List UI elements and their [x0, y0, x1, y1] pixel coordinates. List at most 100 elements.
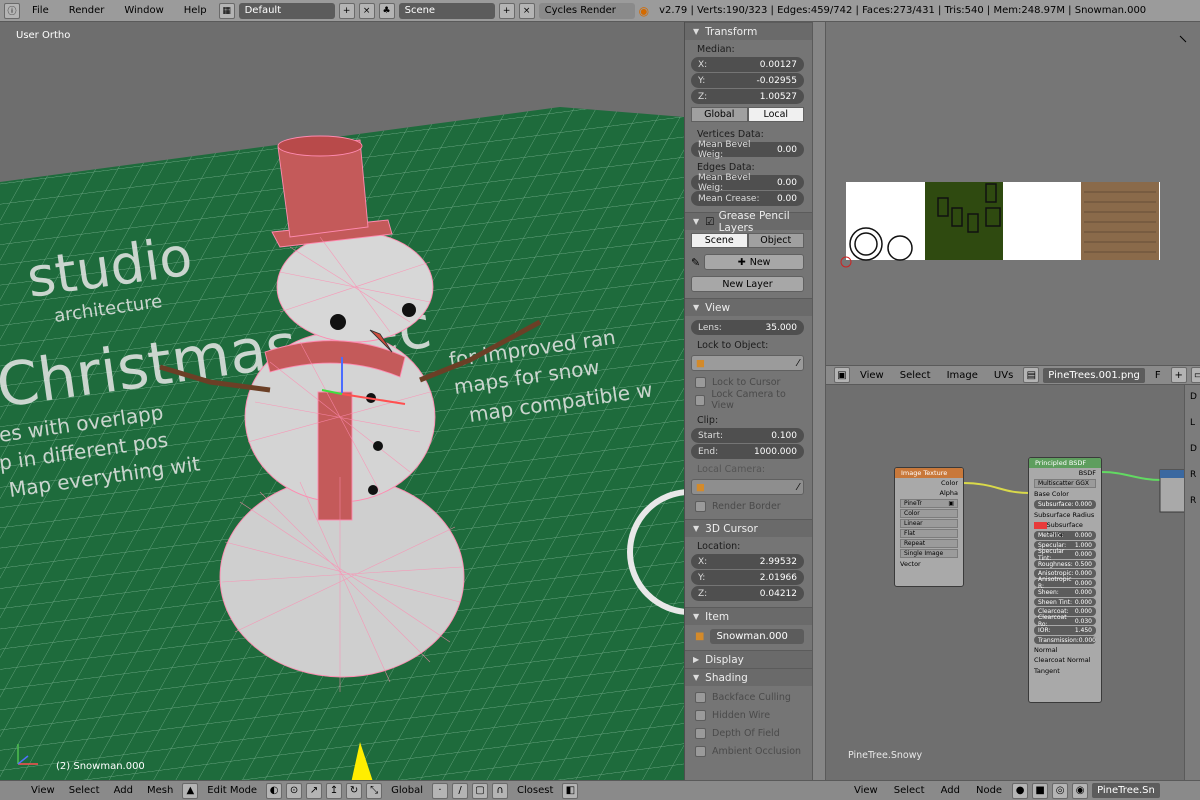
- scene-selector[interactable]: Scene: [398, 2, 495, 19]
- render-icon[interactable]: ◧: [562, 782, 579, 799]
- image-selector[interactable]: PineTr ▣: [900, 499, 958, 509]
- rotate-icon[interactable]: ↻: [346, 782, 363, 799]
- remove-layout-icon[interactable]: ×: [358, 2, 375, 19]
- face-select-icon[interactable]: ▢: [472, 782, 488, 799]
- edge-select-icon[interactable]: /: [452, 782, 468, 799]
- scale-icon[interactable]: ⤡: [366, 782, 383, 799]
- local-button[interactable]: Local: [747, 107, 804, 122]
- color-space-dropdown[interactable]: Color: [900, 509, 958, 519]
- menu-add[interactable]: Add: [935, 785, 966, 796]
- lock-camera-checkbox[interactable]: Lock Camera to View: [695, 389, 804, 411]
- mode-selector[interactable]: Edit Mode: [202, 785, 262, 796]
- cursor-panel-header[interactable]: ▼ 3D Cursor: [685, 519, 812, 537]
- menu-uvs[interactable]: UVs: [988, 370, 1019, 381]
- shading-icon[interactable]: ◐: [266, 782, 283, 799]
- ao-checkbox[interactable]: Ambient Occlusion: [695, 744, 804, 758]
- vertex-select-icon[interactable]: ·: [432, 782, 448, 799]
- spec-tint-slider[interactable]: Specular Tint: 0.000: [1034, 548, 1096, 562]
- new-layer-button[interactable]: New Layer: [691, 276, 804, 292]
- render-border-checkbox[interactable]: Render Border: [695, 499, 804, 513]
- median-x-field[interactable]: X: 0.00127: [691, 57, 804, 72]
- global-button[interactable]: Global: [691, 107, 748, 122]
- cursor-y-field[interactable]: Y: 2.01966: [691, 570, 804, 585]
- image-name-field[interactable]: PineTrees.001.png: [1043, 367, 1145, 383]
- lens-field[interactable]: Lens: 35.000: [691, 320, 804, 335]
- mean-crease-field[interactable]: Mean Crease: 0.00: [691, 191, 804, 206]
- editor-type-icon[interactable]: ⓘ: [4, 2, 20, 19]
- extension-dropdown[interactable]: Repeat: [900, 539, 958, 549]
- shader-type-icon[interactable]: ●: [1012, 782, 1029, 799]
- node-editor[interactable]: Image Texture Color Alpha PineTr ▣ Color …: [826, 385, 1200, 781]
- vertex-bevel-field[interactable]: Mean Bevel Weig: 0.00: [691, 140, 804, 160]
- eyedropper-icon[interactable]: ⁄: [797, 358, 799, 369]
- menu-add[interactable]: Add: [109, 785, 138, 796]
- magnet-icon[interactable]: ∩: [492, 782, 508, 799]
- node-sidebar-strip[interactable]: DLDRR: [1184, 385, 1200, 781]
- median-y-field[interactable]: Y: -0.02955: [691, 73, 804, 88]
- transmission-slider[interactable]: Transmission: 0.000: [1034, 635, 1096, 645]
- subsurface-slider[interactable]: Subsurface: 0.000: [1034, 500, 1096, 509]
- cursor-x-field[interactable]: X: 2.99532: [691, 554, 804, 569]
- ss-color-input[interactable]: Subsurface Color: [1029, 520, 1101, 539]
- fake-user-toggle[interactable]: F: [1149, 370, 1167, 381]
- remove-scene-icon[interactable]: ×: [518, 2, 535, 19]
- material-browse-icon[interactable]: ◉: [1072, 782, 1089, 799]
- item-name-field[interactable]: Snowman.000: [710, 629, 804, 644]
- menu-image[interactable]: Image: [941, 370, 984, 381]
- menu-file[interactable]: File: [24, 5, 57, 16]
- clearcoat-roughness-slider[interactable]: Clearcoat Ro: 0.030: [1034, 614, 1096, 628]
- manipulator-icon[interactable]: ↗: [306, 782, 323, 799]
- scene-icon[interactable]: ♣: [378, 2, 395, 19]
- interpolation-dropdown[interactable]: Linear: [900, 519, 958, 529]
- scene-button[interactable]: Scene: [691, 233, 748, 248]
- image-browse-icon[interactable]: ▤: [1023, 367, 1040, 383]
- material-name-field[interactable]: PineTree.Sn: [1092, 783, 1160, 798]
- add-image-icon[interactable]: +: [1170, 367, 1187, 383]
- menu-select[interactable]: Select: [64, 785, 105, 796]
- metallic-slider[interactable]: Metallic: 0.000: [1034, 531, 1096, 540]
- dof-checkbox[interactable]: Depth Of Field: [695, 726, 804, 740]
- snap-target-selector[interactable]: Closest: [512, 785, 558, 796]
- 3d-viewport[interactable]: studio architecture Christmas Dec for im…: [0, 22, 684, 780]
- object-icon[interactable]: ■: [1032, 782, 1049, 799]
- add-layout-icon[interactable]: +: [338, 2, 355, 19]
- render-engine-selector[interactable]: Cycles Render: [538, 2, 635, 19]
- projection-dropdown[interactable]: Flat: [900, 529, 958, 539]
- principled-bsdf-node[interactable]: Principled BSDF BSDF Multiscatter GGX Ba…: [1028, 457, 1102, 703]
- image-texture-node[interactable]: Image Texture Color Alpha PineTr ▣ Color …: [894, 467, 964, 587]
- layout-icon[interactable]: ▦: [218, 2, 235, 19]
- sheen-tint-slider[interactable]: Sheen Tint: 0.000: [1034, 597, 1096, 607]
- source-dropdown[interactable]: Single Image: [900, 549, 958, 559]
- backface-culling-checkbox[interactable]: Backface Culling: [695, 690, 804, 704]
- menu-window[interactable]: Window: [116, 5, 171, 16]
- display-panel-header[interactable]: ▶ Display: [685, 650, 812, 668]
- local-camera-field[interactable]: ■ ⁄: [691, 479, 804, 495]
- edge-bevel-field[interactable]: Mean Bevel Weig: 0.00: [691, 173, 804, 193]
- checkbox-icon[interactable]: ☑: [705, 216, 714, 228]
- object-button[interactable]: Object: [747, 233, 804, 248]
- eyedropper-icon[interactable]: ⁄: [797, 482, 799, 493]
- item-panel-header[interactable]: ▼ Item: [685, 607, 812, 625]
- uv-image-editor[interactable]: [826, 22, 1200, 365]
- menu-mesh[interactable]: Mesh: [142, 785, 178, 796]
- menu-view[interactable]: View: [26, 785, 60, 796]
- menu-view[interactable]: View: [848, 785, 884, 796]
- cursor-z-field[interactable]: Z: 0.04212: [691, 586, 804, 601]
- lock-object-field[interactable]: ■ ⁄: [691, 355, 804, 371]
- menu-render[interactable]: Render: [61, 5, 113, 16]
- grease-pencil-header[interactable]: ▼ ☑ Grease Pencil Layers: [685, 210, 812, 234]
- view-panel-header[interactable]: ▼ View: [685, 298, 812, 316]
- menu-help[interactable]: Help: [176, 5, 215, 16]
- pivot-icon[interactable]: ⊙: [286, 782, 303, 799]
- menu-select[interactable]: Select: [888, 785, 931, 796]
- new-button[interactable]: ✚ New: [704, 254, 804, 270]
- clip-start-field[interactable]: Start: 0.100: [691, 428, 804, 443]
- transform-panel-header[interactable]: ▼ Transform: [685, 22, 812, 40]
- mode-icon[interactable]: ▲: [182, 782, 199, 799]
- aniso-rotation-slider[interactable]: Anisotropic R: 0.000: [1034, 576, 1096, 590]
- open-image-icon[interactable]: ▭: [1190, 367, 1200, 383]
- clip-end-field[interactable]: End: 1000.000: [691, 444, 804, 459]
- median-z-field[interactable]: Z: 1.00527: [691, 89, 804, 104]
- shading-panel-header[interactable]: ▼ Shading: [685, 668, 812, 686]
- menu-view[interactable]: View: [854, 370, 890, 381]
